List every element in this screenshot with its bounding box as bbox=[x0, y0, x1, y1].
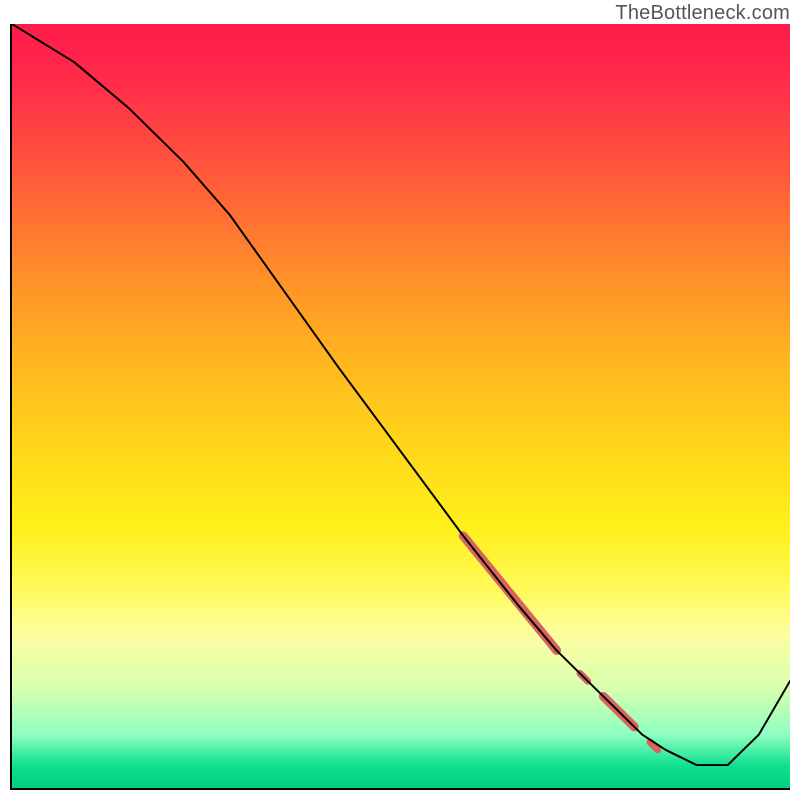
chart-container: TheBottleneck.com bbox=[0, 0, 800, 800]
bottleneck-curve-path bbox=[12, 24, 790, 765]
plot-area bbox=[10, 24, 790, 790]
watermark-text: TheBottleneck.com bbox=[615, 2, 790, 25]
curve-svg bbox=[12, 24, 790, 788]
highlight-group bbox=[463, 536, 658, 750]
